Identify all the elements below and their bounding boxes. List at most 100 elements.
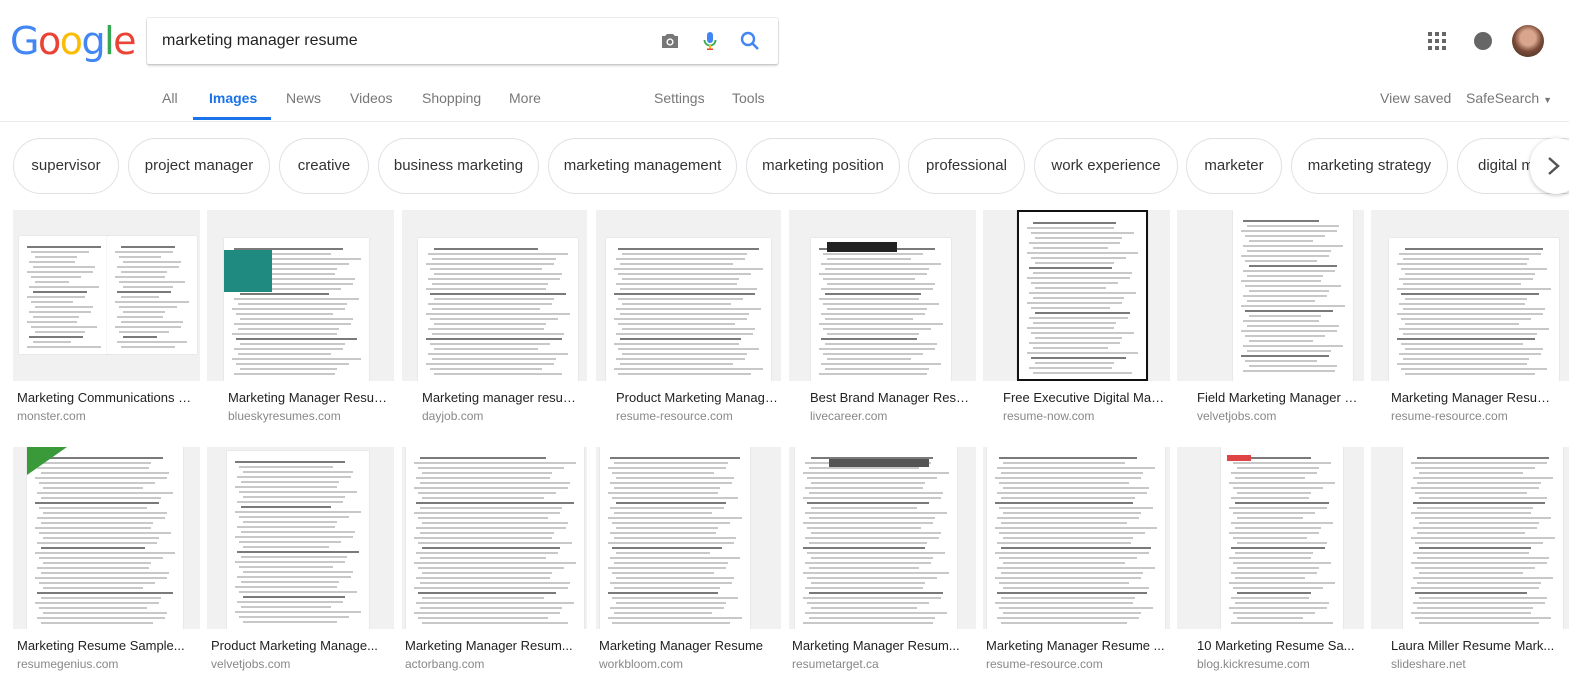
settings-link[interactable]: Settings — [654, 90, 705, 106]
chip-marketing-strategy[interactable]: marketing strategy — [1291, 138, 1448, 194]
result-source[interactable]: velvetjobs.com — [1197, 409, 1276, 423]
resume-text-line — [999, 457, 1137, 459]
resume-text-line — [1419, 497, 1547, 499]
result-source[interactable]: resume-resource.com — [616, 409, 733, 423]
result-title[interactable]: Marketing Manager Resum... — [405, 638, 583, 653]
result-source[interactable]: blog.kickresume.com — [1197, 657, 1310, 671]
result-thumbnail[interactable] — [1177, 210, 1364, 381]
result-thumbnail[interactable] — [1371, 447, 1569, 629]
result-source[interactable]: actorbang.com — [405, 657, 484, 671]
tools-link[interactable]: Tools — [732, 90, 765, 106]
result-source[interactable]: slideshare.net — [1391, 657, 1466, 671]
result-title[interactable]: 10 Marketing Resume Sa... — [1197, 638, 1359, 653]
chip-marketer[interactable]: marketer — [1186, 138, 1282, 194]
view-saved-link[interactable]: View saved — [1380, 90, 1451, 106]
resume-text-line — [35, 306, 93, 308]
resume-text-line — [1405, 248, 1543, 250]
result-thumbnail[interactable] — [983, 447, 1170, 629]
resume-text-line — [1403, 283, 1521, 285]
result-title[interactable]: Product Marketing Manage... — [211, 638, 389, 653]
resume-text-line — [809, 592, 943, 594]
tab-shopping[interactable]: Shopping — [422, 90, 481, 106]
resume-text-line — [43, 612, 167, 614]
result-thumbnail[interactable] — [402, 210, 587, 381]
result-title[interactable]: Laura Miller Resume Mark... — [1391, 638, 1561, 653]
result-thumbnail[interactable] — [402, 447, 587, 629]
result-source[interactable]: livecareer.com — [810, 409, 887, 423]
result-title[interactable]: Marketing Manager Resume ... — [986, 638, 1166, 653]
resume-text-line — [243, 496, 345, 498]
resume-text-line — [430, 293, 566, 295]
avatar[interactable] — [1512, 25, 1544, 57]
microphone-icon[interactable] — [698, 29, 722, 53]
result-thumbnail[interactable] — [13, 210, 200, 381]
resume-text-line — [35, 502, 159, 504]
result-title[interactable]: Marketing Resume Sample... — [17, 638, 195, 653]
result-thumbnail[interactable] — [1371, 210, 1569, 381]
safesearch-dropdown[interactable]: SafeSearch ▼ — [1466, 90, 1552, 106]
resume-text-line — [1033, 372, 1132, 374]
result-thumbnail[interactable] — [596, 447, 781, 629]
tab-images[interactable]: Images — [209, 90, 257, 106]
result-thumbnail[interactable] — [596, 210, 781, 381]
google-logo[interactable]: Google — [10, 19, 137, 63]
chip-supervisor[interactable]: supervisor — [13, 138, 119, 194]
result-thumbnail[interactable] — [789, 447, 976, 629]
result-title[interactable]: Marketing manager resum... — [422, 390, 582, 405]
search-input[interactable] — [162, 18, 642, 64]
result-source[interactable]: resume-resource.com — [986, 657, 1103, 671]
search-icon[interactable] — [738, 29, 762, 53]
result-source[interactable]: resumegenius.com — [17, 657, 118, 671]
tab-all[interactable]: All — [162, 90, 178, 106]
chip-professional[interactable]: professional — [908, 138, 1025, 194]
result-thumbnail[interactable] — [13, 447, 200, 629]
resume-text-line — [1027, 352, 1138, 354]
tab-news[interactable]: News — [286, 90, 321, 106]
result-title[interactable]: Product Marketing Manage... — [616, 390, 778, 405]
chip-marketing-management[interactable]: marketing management — [548, 138, 737, 194]
camera-icon[interactable] — [658, 29, 682, 53]
result-title[interactable]: Field Marketing Manager R... — [1197, 390, 1359, 405]
resume-text-line — [809, 517, 935, 519]
result-source[interactable]: dayjob.com — [422, 409, 483, 423]
tab-videos[interactable]: Videos — [350, 90, 393, 106]
notifications-icon[interactable] — [1474, 32, 1492, 50]
result-source[interactable]: resume-resource.com — [1391, 409, 1508, 423]
apps-grid-icon[interactable] — [1428, 32, 1446, 50]
result-title[interactable]: Free Executive Digital Mar... — [1003, 390, 1165, 405]
result-title[interactable]: Marketing Manager Resum... — [228, 390, 388, 405]
result-source[interactable]: velvetjobs.com — [211, 657, 290, 671]
result-title[interactable]: Best Brand Manager Resu... — [810, 390, 972, 405]
result-source[interactable]: workbloom.com — [599, 657, 683, 671]
chip-creative[interactable]: creative — [279, 138, 369, 194]
resume-text-line — [414, 587, 568, 589]
resume-text-line — [39, 457, 163, 459]
tab-more[interactable]: More — [509, 90, 541, 106]
result-thumbnail[interactable] — [207, 210, 394, 381]
chip-business-marketing[interactable]: business marketing — [378, 138, 539, 194]
result-title[interactable]: Marketing Manager Resum... — [1391, 390, 1551, 405]
resume-text-line — [1417, 532, 1525, 534]
resume-text-line — [428, 253, 568, 255]
result-title[interactable]: Marketing Manager Resume — [599, 638, 777, 653]
resume-text-line — [420, 507, 562, 509]
result-source[interactable]: monster.com — [17, 409, 86, 423]
result-thumbnail[interactable] — [789, 210, 976, 381]
chip-project-manager[interactable]: project manager — [128, 138, 270, 194]
result-title[interactable]: Marketing Manager Resum... — [792, 638, 972, 653]
resume-text-line — [43, 562, 151, 564]
result-source[interactable]: resumetarget.ca — [792, 657, 879, 671]
resume-text-line — [1001, 572, 1143, 574]
resume-text-line — [997, 567, 1155, 569]
resume-text-line — [239, 566, 333, 568]
result-thumbnail[interactable] — [207, 447, 394, 629]
resume-text-line — [1001, 622, 1127, 624]
resume-text-line — [422, 572, 552, 574]
chip-marketing-position[interactable]: marketing position — [746, 138, 900, 194]
result-source[interactable]: blueskyresumes.com — [228, 409, 341, 423]
result-title[interactable]: Marketing Communications M... — [17, 390, 195, 405]
result-source[interactable]: resume-now.com — [1003, 409, 1094, 423]
result-thumbnail[interactable] — [1177, 447, 1364, 629]
chip-work-experience[interactable]: work experience — [1034, 138, 1178, 194]
result-thumbnail[interactable] — [983, 210, 1170, 381]
